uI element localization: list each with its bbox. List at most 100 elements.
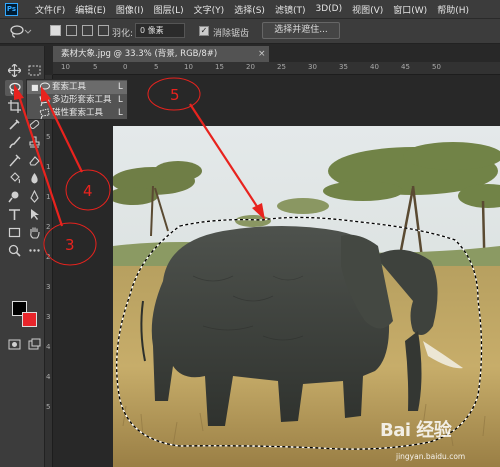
ruler-tick-label: 4 [46,343,51,351]
magnifier-icon [8,244,21,257]
menu-edit[interactable]: 编辑(E) [75,3,106,16]
menu-layer[interactable]: 图层(L) [154,3,184,16]
ruler-tick-label: 3 [46,283,51,291]
menu-help[interactable]: 帮助(H) [437,3,469,16]
ruler-tick-label: 10 [61,63,70,71]
ruler-tick-label: 40 [370,63,379,71]
baidu-watermark-url: jingyan.baidu.com [396,452,466,461]
antialias-label: 消除锯齿 [213,29,250,39]
dodge-tool[interactable] [6,188,22,204]
rectangle-tool[interactable] [6,224,22,240]
screen-mode-button[interactable] [26,336,42,352]
photoshop-logo: Ps [5,2,18,16]
polygonal-lasso-icon [39,94,50,107]
crop-tool[interactable] [6,98,22,114]
menu-3d[interactable]: 3D(D) [315,4,342,14]
flyout-item-label: 套索工具 [52,82,87,92]
marquee-icon [28,65,40,75]
ruler-tick-label: 35 [339,63,348,71]
add-to-selection-button[interactable] [66,25,77,36]
quick-mask-button[interactable] [6,336,22,352]
ruler-tick-label: 4 [46,373,51,381]
drop-icon [30,172,38,183]
paint-bucket-tool[interactable] [6,170,22,186]
menu-window[interactable]: 窗口(W) [393,3,427,16]
pen-tool[interactable] [26,188,42,204]
move-tool[interactable] [6,62,22,78]
hand-icon [29,227,40,239]
ruler-tick-label: 45 [401,63,410,71]
type-icon [8,208,20,220]
vertical-ruler: 0 5 1 1 2 2 3 3 4 4 5 [45,75,53,467]
clone-stamp-tool[interactable] [26,134,42,150]
menu-bar: Ps 文件(F) 编辑(E) 图像(I) 图层(L) 文字(Y) 选择(S) 滤… [0,0,500,18]
pen-icon [29,189,39,203]
screen-mode-icon [28,338,40,349]
document-tab[interactable]: 素材大象.jpg @ 33.3% (背景, RGB/8#) × [53,46,269,62]
ruler-tick-label: 1 [46,163,51,171]
lasso-icon [39,81,50,94]
selected-bullet-icon: ■ [31,83,39,92]
ruler-tick-label: 15 [215,63,224,71]
flyout-item-lasso[interactable]: ■ 套索工具 L [27,81,127,94]
menu-type[interactable]: 文字(Y) [194,3,225,16]
lasso-icon [8,82,21,95]
eyedropper-icon [8,118,20,130]
eyedropper-tool[interactable] [6,116,22,132]
flyout-item-magnetic-lasso[interactable]: 磁性套索工具 L [27,107,127,120]
ruler-tick-label: 50 [432,63,441,71]
ruler-tick-label: 20 [246,63,255,71]
menu-view[interactable]: 视图(V) [352,3,383,16]
antialias-checkbox[interactable]: ✓ [199,26,209,36]
ellipsis-icon [28,248,40,252]
ruler-tick-label: 3 [46,313,51,321]
marquee-tool[interactable] [26,62,42,78]
background-color-swatch[interactable] [22,312,37,327]
document-canvas[interactable] [53,76,500,467]
dodge-icon [7,191,18,202]
type-tool[interactable] [6,206,22,222]
hand-tool[interactable] [26,224,42,240]
subtract-from-selection-button[interactable] [82,25,93,36]
document-tab-title: 素材大象.jpg @ 33.3% (背景, RGB/8#) [61,49,218,59]
ruler-tick-label: 1 [46,193,51,201]
brush-tool[interactable] [6,134,22,150]
ruler-tick-label: 5 [154,63,159,71]
paint-bucket-icon [9,171,20,183]
ruler-tick-label: 5 [93,63,98,71]
history-brush-tool[interactable] [6,152,22,168]
close-tab-icon[interactable]: × [258,46,266,62]
new-selection-button[interactable] [50,25,61,36]
brush-icon [8,136,21,148]
select-and-mask-button[interactable]: 选择并遮住... [262,22,340,39]
menu-filter[interactable]: 滤镜(T) [275,3,306,16]
more-tools-button[interactable] [26,242,42,258]
eraser-tool[interactable] [26,152,42,168]
quick-mask-icon [8,339,20,349]
blur-tool[interactable] [26,170,42,186]
flyout-item-polygonal-lasso[interactable]: 多边形套索工具 L [27,94,127,107]
lasso-tool[interactable] [5,80,23,96]
options-bar: 羽化: 0 像素 ✓ 消除锯齿 选择并遮住... [0,18,500,44]
stamp-icon [28,135,40,148]
intersect-selection-button[interactable] [98,25,109,36]
ruler-tick-label: 2 [46,223,51,231]
flyout-item-shortcut: L [118,95,123,105]
feather-input[interactable]: 0 像素 [135,23,185,38]
zoom-tool[interactable] [6,242,22,258]
ruler-tick-label: 5 [46,403,51,411]
magnetic-lasso-icon [39,107,50,120]
move-icon [7,63,21,77]
baidu-watermark-logo: Bai 经验 [380,420,452,441]
flyout-item-label: 磁性套索工具 [52,108,104,118]
path-selection-tool[interactable] [26,206,42,222]
tool-preset-picker[interactable] [8,24,32,39]
horizontal-ruler: 10 5 0 5 10 15 20 25 30 35 40 45 50 [53,62,500,75]
arrow-icon [30,208,39,220]
menu-image[interactable]: 图像(I) [116,3,144,16]
history-brush-icon [8,154,20,166]
eraser-icon [28,155,40,166]
menu-file[interactable]: 文件(F) [35,3,65,16]
menu-select[interactable]: 选择(S) [234,3,265,16]
flyout-item-label: 多边形套索工具 [52,95,112,105]
